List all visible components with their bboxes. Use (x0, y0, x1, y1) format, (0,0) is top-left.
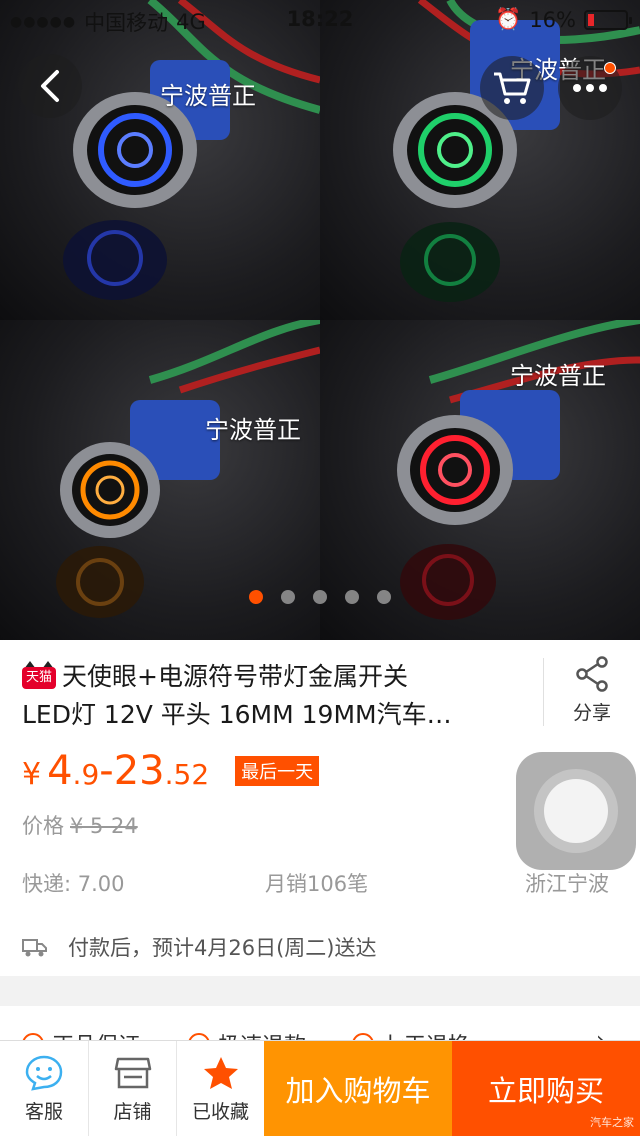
pagination-dot[interactable] (377, 590, 391, 604)
truck-icon (22, 939, 47, 957)
product-title-line2: LED灯 12V 平头 16MM 19MM汽车… (22, 700, 452, 729)
gallery-tile-blue: 宁波普正 (0, 0, 320, 320)
shop-label: 店铺 (113, 1100, 152, 1123)
share-label: 分享 (572, 702, 611, 724)
assistive-touch-button[interactable] (516, 752, 636, 870)
chevron-left-icon (41, 70, 59, 102)
star-icon (203, 1056, 238, 1089)
add-to-cart-button[interactable]: 加入购物车 (264, 1041, 452, 1136)
product-image-gallery[interactable]: 宁波普正 宁波普正 宁波普正 宁波普正 (0, 0, 640, 640)
alarm-icon: ⏰ (495, 7, 522, 31)
shop-button[interactable]: 店铺 (88, 1041, 176, 1136)
battery-icon (584, 9, 632, 30)
watermark: 宁波普正 (510, 362, 606, 390)
pagination-dot[interactable] (249, 590, 263, 604)
status-bar: ●●●●● 中国移动 4G 18:22 ⏰ 16% (0, 0, 640, 40)
favorite-button[interactable]: 已收藏 (176, 1041, 264, 1136)
monthly-sales: 月销106笔 (265, 872, 369, 896)
more-dots-icon (573, 84, 607, 92)
cart-icon (494, 72, 531, 104)
delivery-text: 付款后，预计4月26日(周二)送达 (68, 936, 377, 960)
divider (543, 658, 544, 726)
source-watermark: 汽车之家 (590, 1116, 634, 1129)
customer-service-label: 客服 (24, 1100, 63, 1123)
battery-level (588, 13, 594, 26)
more-button[interactable] (558, 56, 622, 120)
back-button[interactable] (18, 54, 82, 118)
led-switch-green-image (393, 0, 640, 302)
chat-bubble-icon (25, 1055, 63, 1091)
price-high-dec: .52 (164, 758, 210, 791)
bottom-action-bar: 客服 店铺 已收藏 加入购物车 立即购买 汽车之家 (0, 1040, 640, 1136)
cart-button[interactable] (480, 56, 544, 120)
original-price-value: ¥ 5-24 (70, 814, 138, 838)
pagination-dot[interactable] (313, 590, 327, 604)
gallery-tile-green: 宁波普正 (320, 0, 640, 320)
favorite-label: 已收藏 (191, 1100, 249, 1123)
shipping-fee: 快递: 7.00 (22, 872, 125, 896)
watermark: 宁波普正 (205, 416, 301, 444)
price-separator: - (99, 748, 114, 794)
ship-from-location: 浙江宁波 (525, 872, 609, 896)
price-high-int: 23 (113, 748, 165, 794)
led-switch-blue-image (63, 0, 320, 300)
product-title: 天猫 天使眼+电源符号带灯金属开关 LED灯 12V 平头 16MM 19MM汽… (22, 658, 527, 734)
tmall-cat-icon: 天猫 (22, 661, 56, 689)
sale-tag: 最后一天 (235, 756, 320, 786)
share-icon (576, 656, 608, 692)
price: ¥ 4 .9 - 23 .52 最后一天 (22, 748, 320, 794)
pagination-dot[interactable] (345, 590, 359, 604)
delivery-estimate: 付款后，预计4月26日(周二)送达 (22, 932, 376, 962)
watermark: 宁波普正 (160, 82, 256, 110)
customer-service-button[interactable]: 客服 (0, 1041, 88, 1136)
original-price-label: 价格 (22, 814, 64, 838)
product-title-line1: 天使眼+电源符号带灯金属开关 (62, 662, 408, 691)
share-button[interactable]: 分享 (560, 656, 624, 725)
price-low-dec: .9 (72, 758, 100, 791)
notification-dot (604, 62, 616, 74)
currency-symbol: ¥ (22, 757, 42, 792)
pagination-dot[interactable] (281, 590, 295, 604)
battery-percent: 16% (529, 7, 576, 32)
tmall-badge-label: 天猫 (22, 667, 56, 689)
gallery-pagination (0, 590, 640, 604)
original-price: 价格 ¥ 5-24 (22, 810, 138, 840)
store-icon (114, 1057, 151, 1088)
price-low-int: 4 (47, 748, 73, 794)
